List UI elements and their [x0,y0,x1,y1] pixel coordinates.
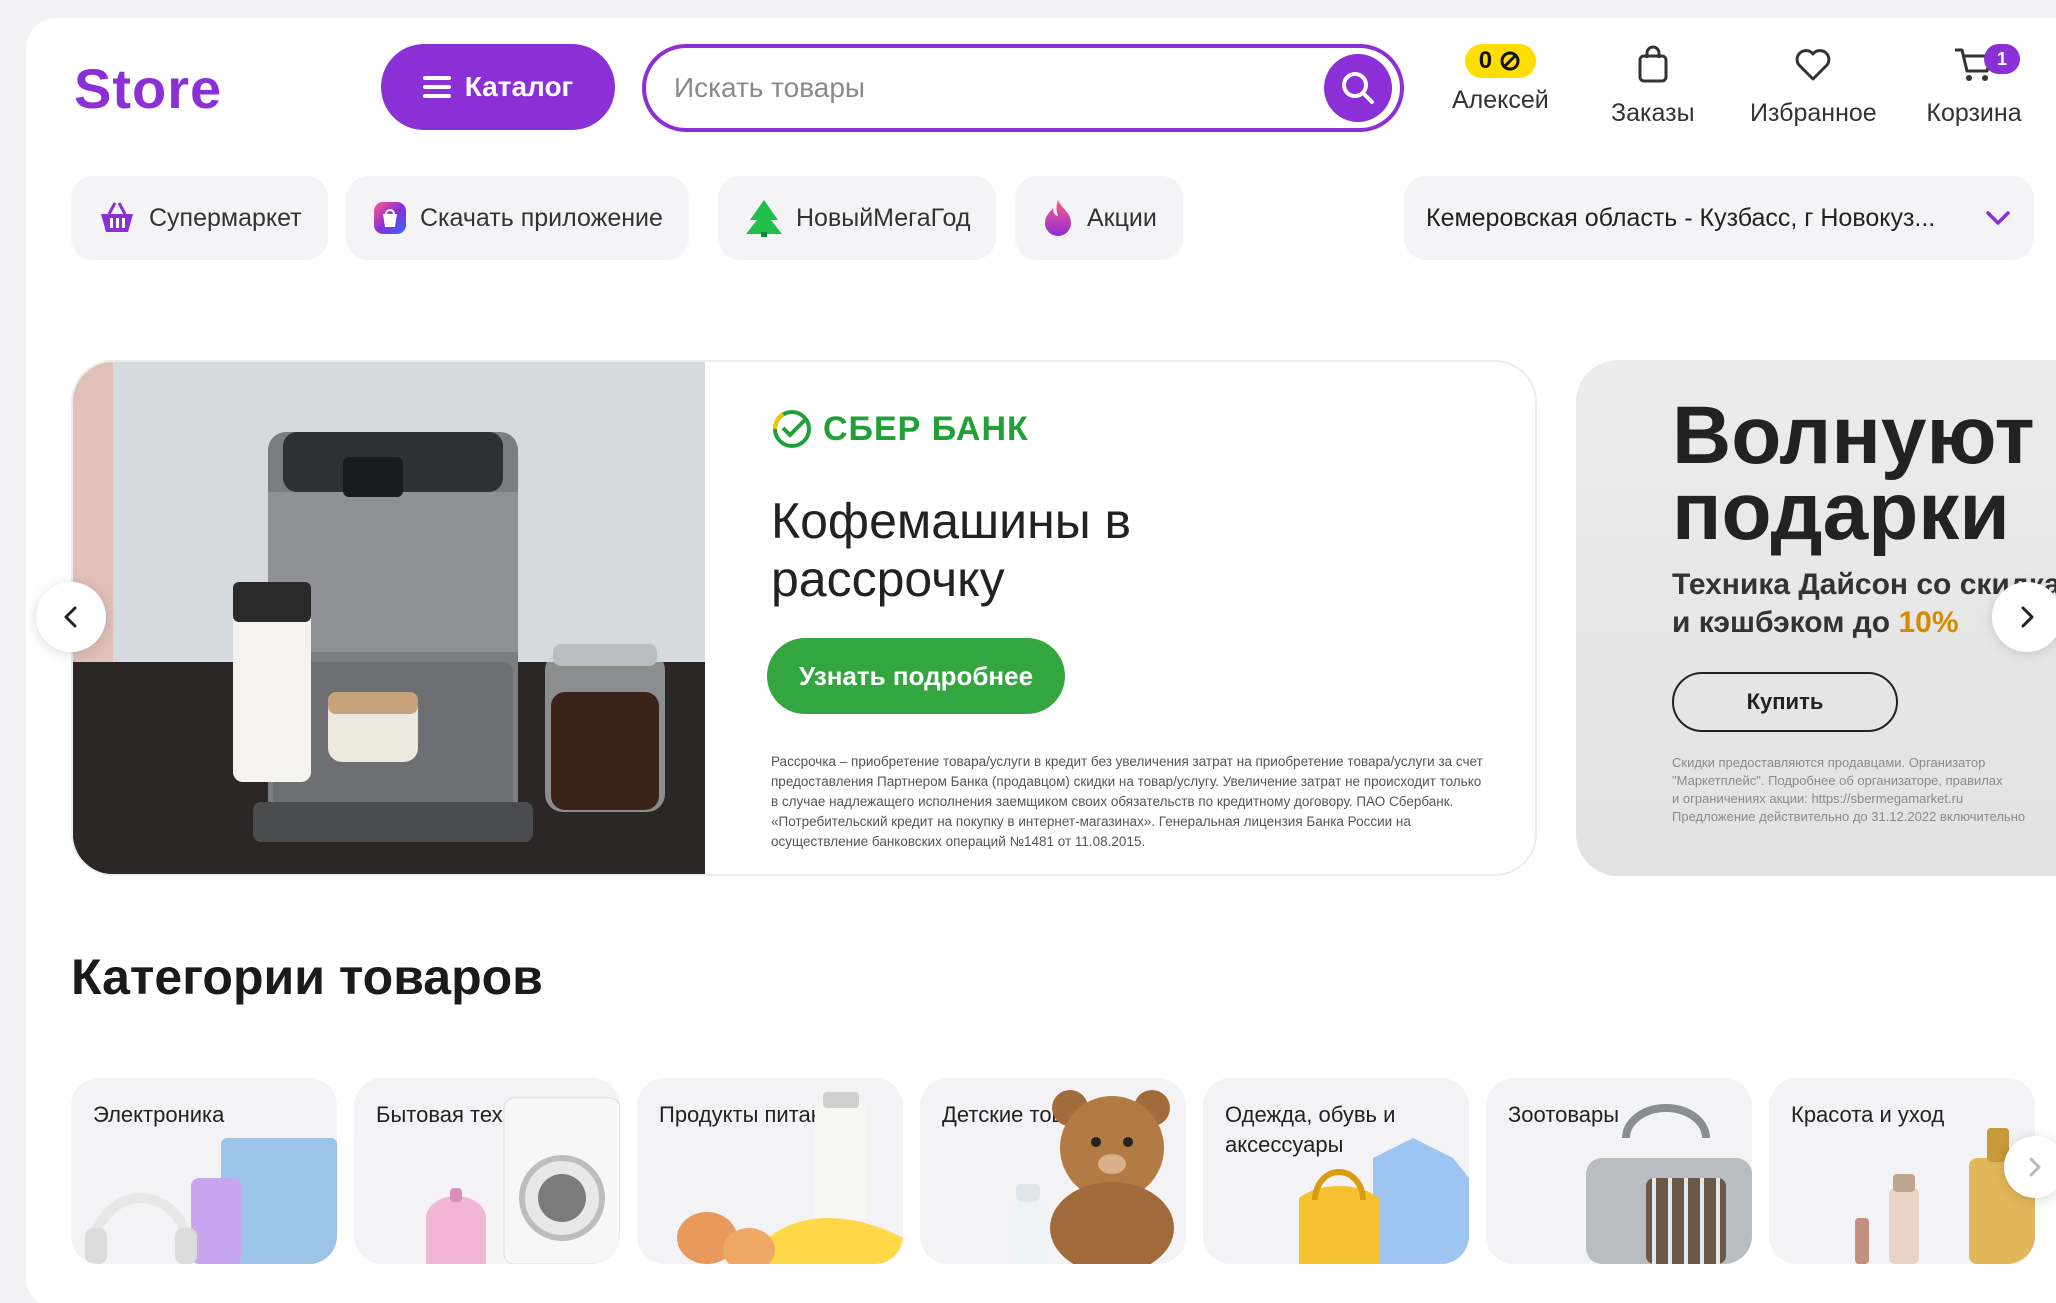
coffee-machine-image [73,362,705,874]
sber-logo: СБЕР БАНК [771,408,1029,450]
pet-carrier-image [1586,1104,1752,1264]
cashback-percent: 10% [1898,606,1959,639]
chip-promotions[interactable]: Акции [1015,176,1183,260]
chevron-down-icon [1986,211,2010,225]
electronics-image [85,1138,337,1264]
catalog-label: Каталог [464,71,574,102]
carousel-next-button[interactable] [1992,582,2056,652]
food-image [677,1092,903,1264]
category-beauty[interactable]: Красота и уход [1769,1078,2035,1264]
clothing-image [1299,1138,1469,1264]
orders-button[interactable]: Заказы [1611,44,1695,128]
dyson-legal-text: Скидки предоставляются продавцами. Орган… [1672,754,2056,826]
banner-legal-text: Рассрочка – приобретение товара/услуги в… [771,754,1483,849]
dyson-legal-line-3: и ограничениях акции: https://sbermegama… [1672,791,1964,806]
chip-label: НовыйМегаГод [796,203,971,232]
dyson-legal-line-2: "Маркетплейс". Подробнее об организаторе… [1672,773,2003,788]
bonus-count: 0 [1478,47,1493,74]
sber-logo-icon [773,410,811,448]
categories-heading: Категории товаров [71,949,543,1005]
carousel-prev-button[interactable] [36,582,106,652]
chevron-left-icon [64,606,77,628]
chip-download-app[interactable]: Скачать приложение [346,176,689,260]
category-electronics[interactable]: Электроника [71,1078,337,1264]
cart-label: Корзина [1926,99,2022,127]
chevron-right-icon [2021,606,2034,628]
search-input[interactable] [674,62,1314,114]
buy-button[interactable]: Купить [1672,672,1898,732]
category-clothing[interactable]: Одежда, обувь и аксессуары [1203,1078,1469,1264]
chip-label: Супермаркет [149,203,302,232]
category-food[interactable]: Продукты питания [637,1078,903,1264]
dyson-title-line-1: Волнуют [1672,390,2035,481]
category-pets[interactable]: Зоотовары [1486,1078,1752,1264]
chip-supermarket[interactable]: Супермаркет [71,176,328,260]
region-label: Кемеровская область - Кузбасс, г Новокуз… [1426,203,1936,232]
category-kids[interactable]: Детские товары [920,1078,1186,1264]
app-icon [374,202,406,234]
heart-icon [1796,49,1831,81]
promo-banner-sber[interactable]: СБЕР БАНК Кофемашины в рассрочку Узнать … [71,360,1537,876]
promo-banner-dyson[interactable]: Волнуют подарки Техника Дайсон со скидка… [1576,360,2056,876]
search-icon [1342,72,1374,104]
learn-more-button[interactable]: Узнать подробнее [767,638,1065,714]
beauty-image [1855,1128,2035,1264]
store-logo[interactable]: Store [74,56,222,121]
chip-label: Скачать приложение [420,203,663,232]
region-selector[interactable]: Кемеровская область - Кузбасс, г Новокуз… [1404,176,2034,260]
bonus-badge: 0 [1464,44,1537,78]
dyson-banner-title: Волнуют подарки [1672,390,2035,557]
favorites-button[interactable]: Избранное [1750,44,1877,128]
favorites-label: Избранное [1750,99,1877,127]
chevron-right-icon [2029,1157,2041,1177]
profile-button[interactable]: 0 Алексей [1452,44,1549,115]
dyson-title-line-2: подарки [1672,466,2010,557]
menu-icon [422,76,451,98]
profile-label: Алексей [1452,86,1549,114]
catalog-button[interactable]: Каталог [381,44,615,130]
appliances-image [426,1097,620,1264]
search-bar [642,44,1404,132]
bonus-icon [1500,51,1520,71]
search-button[interactable] [1324,54,1392,122]
fire-icon [1045,200,1071,236]
chip-new-mega-year[interactable]: НовыйМегаГод [718,176,997,260]
chip-label: Акции [1087,203,1157,232]
basket-icon [101,202,133,232]
dyson-legal-line-1: Скидки предоставляются продавцами. Орган… [1672,755,1986,770]
dyson-legal-line-4: Предложение действительно до 31.12.2022 … [1672,809,2026,824]
page: Store Каталог 0 Алексей Заказы [26,18,2056,1303]
tree-icon [746,200,782,237]
dyson-subtitle-prefix: и кэшбэком до [1672,606,1899,639]
sber-brand-text: СБЕР БАНК [823,409,1029,448]
teddy-bear-image [1010,1090,1174,1264]
cart-count-badge: 1 [1984,44,2020,74]
bag-icon [1638,45,1668,83]
cart-button[interactable]: 1 Корзина [1922,44,2026,128]
orders-label: Заказы [1611,99,1695,127]
banner-title: Кофемашины в рассрочку [771,493,1132,607]
category-appliances[interactable]: Бытовая техника [354,1078,620,1264]
